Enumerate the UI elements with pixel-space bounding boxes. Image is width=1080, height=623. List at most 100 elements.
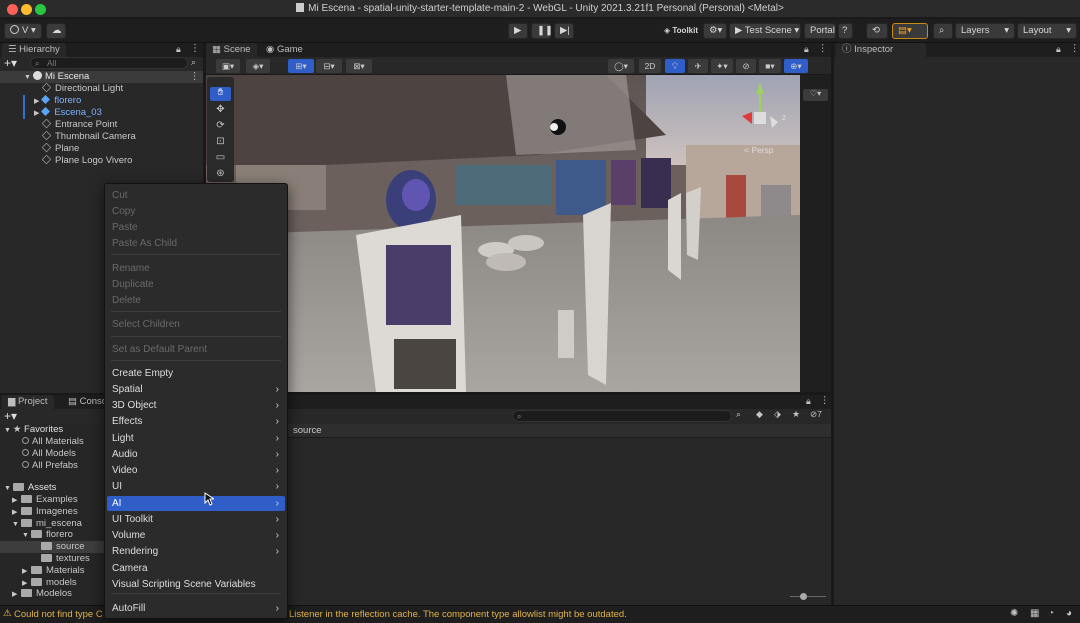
kebab-menu-icon[interactable]: ⋮ <box>820 395 830 406</box>
scale-tool-icon[interactable]: ⊡ <box>210 136 231 150</box>
status-message-left[interactable]: Could not find type C <box>14 609 103 620</box>
menu-item-camera[interactable]: Camera <box>107 561 285 576</box>
progress-icon[interactable]: ◔ <box>1048 608 1054 619</box>
history-button[interactable]: ⟲ <box>866 23 888 39</box>
hierarchy-item[interactable]: Plane Logo Vivero <box>0 154 203 167</box>
kebab-menu-icon[interactable]: ⋮ <box>1070 43 1080 54</box>
hand-tool-icon[interactable]: ✋︎ <box>210 87 231 101</box>
tab-inspector[interactable]: ⓘ Inspector <box>836 43 926 57</box>
menu-item-ui-toolkit[interactable]: UI Toolkit › <box>107 512 285 527</box>
expand-arrow-icon[interactable]: ▶ <box>12 589 21 601</box>
lighting-toggle[interactable]: 💡︎ <box>665 59 685 73</box>
menu-item-video[interactable]: Video › <box>107 463 285 478</box>
render-mode-dropdown[interactable]: ◯▾ <box>608 59 634 73</box>
hierarchy-item[interactable]: Entrance Point <box>0 118 203 131</box>
hierarchy-search-input[interactable]: ⌕ All <box>30 57 188 69</box>
star-icon[interactable]: ★ <box>792 409 800 420</box>
kebab-menu-icon[interactable]: ⋮ <box>190 43 200 54</box>
scene-root-row[interactable]: ▼ Mi Escena ⋮ <box>0 71 203 83</box>
menu-item-ai[interactable]: AI › <box>107 496 285 511</box>
tab-game[interactable]: ◉ Game <box>260 43 309 57</box>
portal-button[interactable]: Portal <box>804 23 836 39</box>
tab-scene[interactable]: ▦ Scene <box>206 43 257 57</box>
status-message-right[interactable]: Listener in the reflection cache. The co… <box>289 609 627 620</box>
rotate-tool-icon[interactable]: ⟳ <box>210 120 231 134</box>
menu-item-light[interactable]: Light › <box>107 431 285 446</box>
lock-icon[interactable]: 🔒︎ <box>804 44 809 55</box>
assets-row[interactable]: ▼ Assets <box>4 482 56 494</box>
test-scene-button[interactable]: ▶ Test Scene ▾ <box>729 23 801 39</box>
play-button[interactable]: ▶ <box>508 23 528 39</box>
hierarchy-item[interactable]: ▶ florero <box>0 95 203 107</box>
favorite-item[interactable]: All Models <box>22 448 76 460</box>
menu-item-create-empty[interactable]: Create Empty <box>107 366 285 381</box>
orientation-gizmo[interactable]: z y < Persp <box>734 80 798 160</box>
kebab-menu-icon[interactable]: ⋮ <box>818 43 828 54</box>
hierarchy-item[interactable]: Directional Light <box>0 82 203 95</box>
menu-item-effects[interactable]: Effects › <box>107 414 285 429</box>
persp-label[interactable]: < Persp <box>744 145 774 155</box>
audio-toggle[interactable]: ✈ <box>688 59 708 73</box>
gizmos-dropdown[interactable]: ⊕▾ <box>784 59 808 73</box>
lock-icon[interactable]: 🔒︎ <box>176 44 181 55</box>
layers-dropdown[interactable]: Layers ▾ <box>955 23 1015 39</box>
hidden-packages-toggle[interactable]: ⊘7 <box>810 409 822 420</box>
create-asset-button[interactable]: +▾ <box>4 409 17 423</box>
menu-item-ui[interactable]: UI › <box>107 479 285 494</box>
favorite-item[interactable]: All Materials <box>22 436 84 448</box>
favorite-item[interactable]: All Prefabs <box>22 460 78 472</box>
menu-item-visual-scripting-scene-variables[interactable]: Visual Scripting Scene Variables <box>107 577 285 592</box>
pause-button[interactable]: ❚❚ <box>531 23 553 39</box>
help-button[interactable]: ? <box>838 23 853 39</box>
transform-tool-icon[interactable]: ⊛ <box>210 168 231 182</box>
search-button[interactable]: ⌕ <box>933 23 953 39</box>
layout-dropdown[interactable]: Layout ▾ <box>1017 23 1077 39</box>
menu-item-3d-object[interactable]: 3D Object › <box>107 398 285 413</box>
folder-icon <box>21 589 32 598</box>
overlay-menu-button[interactable]: ♡▾ <box>803 89 828 101</box>
menu-item-rendering[interactable]: Rendering › <box>107 544 285 559</box>
settings-dropdown[interactable]: ⚙▾ <box>703 23 727 39</box>
account-dropdown[interactable]: V ▾ <box>4 23 42 39</box>
lighting-status-icon[interactable]: ◕ <box>1066 608 1072 619</box>
increment-snap[interactable]: ⊠▾ <box>346 59 372 73</box>
step-button[interactable]: ▶| <box>554 23 574 39</box>
menu-item-spatial[interactable]: Spatial › <box>107 382 285 397</box>
search-by-label-icon[interactable]: ◆ <box>756 409 763 420</box>
move-tool-icon[interactable]: ✥ <box>210 104 231 118</box>
folder-label: Imagenes <box>36 505 78 517</box>
icon-size-slider[interactable] <box>790 592 826 602</box>
grid-toggle[interactable]: ⊟▾ <box>316 59 342 73</box>
shading-dropdown[interactable]: ◈▾ <box>246 59 270 73</box>
rect-tool-icon[interactable]: ▭ <box>210 152 231 166</box>
lock-icon[interactable]: 🔒︎ <box>806 396 811 407</box>
snap-toggle[interactable]: ⊞▾ <box>288 59 314 73</box>
cloud-button[interactable]: ☁ <box>46 23 66 39</box>
search-by-type-icon[interactable]: ⌕ <box>736 409 741 420</box>
tab-hierarchy[interactable]: ☰ Hierarchy <box>2 43 66 57</box>
bug-icon[interactable]: ✺ <box>1010 608 1018 619</box>
tag-icon[interactable]: ⬗ <box>774 409 781 420</box>
effects-dropdown[interactable]: ✦▾ <box>711 59 733 73</box>
favorites-row[interactable]: ▼ ★ Favorites <box>4 424 63 436</box>
hierarchy-item[interactable]: Plane <box>0 142 203 155</box>
hidden-objects-toggle[interactable]: ⊘ <box>736 59 756 73</box>
hierarchy-item[interactable]: Thumbnail Camera <box>0 130 203 143</box>
toolkit-button[interactable]: ◈ Toolkit <box>658 23 700 39</box>
collab-dropdown[interactable]: ▤▾ <box>892 23 928 39</box>
add-object-button[interactable]: +▾ <box>4 56 17 70</box>
scene-menu-icon[interactable]: ⋮ <box>190 71 200 83</box>
draw-mode-dropdown[interactable]: ▣▾ <box>216 59 240 73</box>
menu-item-volume[interactable]: Volume › <box>107 528 285 543</box>
scene-viewport[interactable]: ✋︎ ✥ ⟳ ⊡ ▭ ⊛ z y < Persp <box>206 75 800 392</box>
camera-dropdown[interactable]: ■▾ <box>759 59 781 73</box>
search-filter-icon[interactable]: ⌕ <box>191 57 196 68</box>
cache-icon[interactable]: ▦ <box>1030 608 1039 619</box>
toggle-2d-button[interactable]: 2D <box>639 59 661 73</box>
project-search-input[interactable]: ⌕ <box>512 410 732 422</box>
tab-project[interactable]: ▆ Project <box>2 395 54 409</box>
lock-icon[interactable]: 🔒︎ <box>1056 44 1061 55</box>
menu-item-audio[interactable]: Audio › <box>107 447 285 462</box>
hierarchy-item[interactable]: ▶ Escena_03 <box>0 107 203 119</box>
menu-item-autofill[interactable]: AutoFill › <box>107 601 285 616</box>
